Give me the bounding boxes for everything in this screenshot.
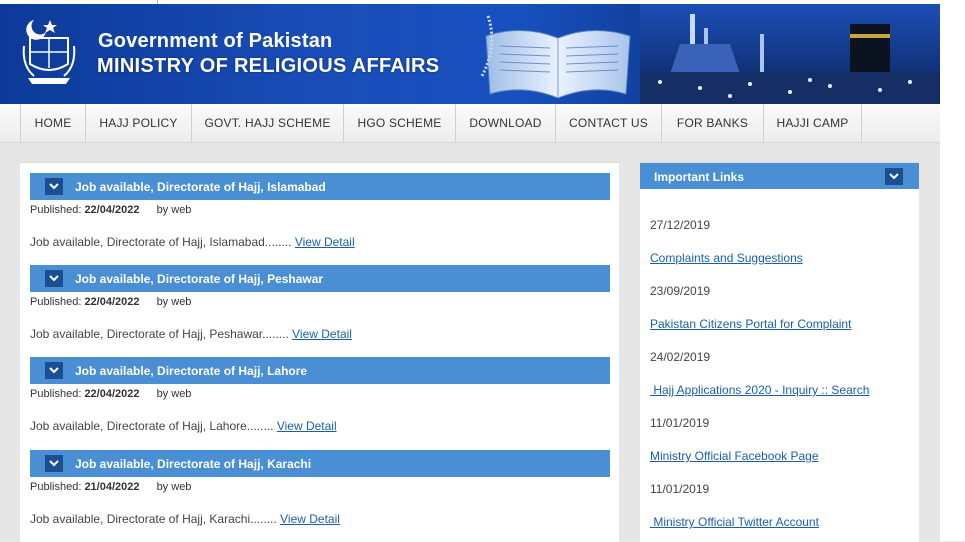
nav-hajji-camp[interactable]: HAJJI CAMP xyxy=(764,104,862,142)
news-title[interactable]: Job available, Directorate of Hajj, Isla… xyxy=(75,180,326,194)
author: web xyxy=(171,388,192,400)
link-date: 11/01/2019 xyxy=(650,482,710,496)
chevron-down-icon[interactable] xyxy=(45,455,63,472)
published-date: 22/04/2022 xyxy=(84,296,140,308)
author: web xyxy=(171,204,192,216)
kaaba-mosque-image xyxy=(640,4,940,104)
published-label: Published: xyxy=(30,388,82,400)
news-title-bar[interactable]: Job available, Directorate of Hajj, Laho… xyxy=(30,357,610,384)
header-title-line1: Government of Pakistan xyxy=(98,30,333,52)
nav-hgo-scheme[interactable]: HGO SCHEME xyxy=(344,104,456,142)
news-excerpt: Job available, Directorate of Hajj, Kara… xyxy=(30,512,340,526)
by-label: by xyxy=(156,204,169,216)
news-excerpt: Job available, Directorate of Hajj, Pesh… xyxy=(30,327,352,341)
link-date: 11/01/2019 xyxy=(650,416,710,430)
main-nav: HOME HAJJ POLICY GOVT. HAJJ SCHEME HGO S… xyxy=(0,104,940,143)
nav-for-banks[interactable]: FOR BANKS xyxy=(662,104,764,142)
published-label: Published: xyxy=(30,481,82,493)
news-meta: Published: 22/04/2022 by web xyxy=(30,204,191,216)
published-date: 22/04/2022 xyxy=(84,388,140,400)
header-title-line2: MINISTRY OF RELIGIOUS AFFAIRS xyxy=(97,55,440,77)
news-title[interactable]: Job available, Directorate of Hajj, Pesh… xyxy=(75,272,323,286)
important-link[interactable]: Ministry Official Twitter Account xyxy=(650,515,819,529)
published-label: Published: xyxy=(30,204,82,216)
nav-download[interactable]: DOWNLOAD xyxy=(456,104,556,142)
author: web xyxy=(171,296,192,308)
important-link[interactable]: Complaints and Suggestions xyxy=(650,251,803,265)
excerpt-text: Job available, Directorate of Hajj, Isla… xyxy=(30,235,292,249)
sidebar-title: Important Links xyxy=(654,170,745,184)
sidebar-title-bar[interactable]: Important Links xyxy=(640,163,919,189)
view-detail-link[interactable]: View Detail xyxy=(295,235,355,249)
nav-contact-us[interactable]: CONTACT US xyxy=(556,104,662,142)
news-title-bar[interactable]: Job available, Directorate of Hajj, Isla… xyxy=(30,173,610,200)
excerpt-text: Job available, Directorate of Hajj, Kara… xyxy=(30,512,277,526)
view-detail-link[interactable]: View Detail xyxy=(280,512,340,526)
view-detail-link[interactable]: View Detail xyxy=(292,327,352,341)
news-excerpt: Job available, Directorate of Hajj, Isla… xyxy=(30,235,355,249)
excerpt-text: Job available, Directorate of Hajj, Laho… xyxy=(30,419,274,433)
link-date: 23/09/2019 xyxy=(650,284,711,298)
news-title-bar[interactable]: Job available, Directorate of Hajj, Pesh… xyxy=(30,265,610,292)
important-link[interactable]: Ministry Official Facebook Page xyxy=(650,449,819,463)
link-date: 27/12/2019 xyxy=(650,218,711,232)
site-header: Government of Pakistan MINISTRY OF RELIG… xyxy=(0,4,940,104)
state-emblem-icon[interactable] xyxy=(20,16,78,86)
chevron-down-icon[interactable] xyxy=(45,178,63,195)
news-title[interactable]: Job available, Directorate of Hajj, Kara… xyxy=(75,457,311,471)
nav-govt-hajj-scheme[interactable]: GOVT. HAJJ SCHEME xyxy=(192,104,344,142)
news-meta: Published: 21/04/2022 by web xyxy=(30,481,191,493)
news-meta: Published: 22/04/2022 by web xyxy=(30,296,191,308)
published-date: 22/04/2022 xyxy=(84,204,140,216)
news-meta: Published: 22/04/2022 by web xyxy=(30,388,191,400)
by-label: by xyxy=(156,388,169,400)
author: web xyxy=(171,481,192,493)
quran-book-image xyxy=(480,15,631,99)
chevron-down-icon[interactable] xyxy=(885,168,903,185)
published-date: 21/04/2022 xyxy=(84,481,140,493)
by-label: by xyxy=(156,481,169,493)
chevron-down-icon[interactable] xyxy=(45,270,63,287)
view-detail-link[interactable]: View Detail xyxy=(277,419,337,433)
nav-hajj-policy[interactable]: HAJJ POLICY xyxy=(86,104,192,142)
right-margin xyxy=(940,0,965,541)
by-label: by xyxy=(156,296,169,308)
news-title-bar[interactable]: Job available, Directorate of Hajj, Kara… xyxy=(30,450,610,477)
link-date: 24/02/2019 xyxy=(650,350,711,364)
published-label: Published: xyxy=(30,296,82,308)
nav-home[interactable]: HOME xyxy=(20,104,86,142)
important-link[interactable]: Hajj Applications 2020 - Inquiry :: Sear… xyxy=(650,383,869,397)
chevron-down-icon[interactable] xyxy=(45,362,63,379)
excerpt-text: Job available, Directorate of Hajj, Pesh… xyxy=(30,327,289,341)
news-list: Job available, Directorate of Hajj, Isla… xyxy=(20,162,619,542)
important-links-panel: Important Links 27/12/2019 Complaints an… xyxy=(640,162,919,542)
news-title[interactable]: Job available, Directorate of Hajj, Laho… xyxy=(75,364,307,378)
news-excerpt: Job available, Directorate of Hajj, Laho… xyxy=(30,419,337,433)
important-link[interactable]: Pakistan Citizens Portal for Complaint xyxy=(650,317,851,331)
